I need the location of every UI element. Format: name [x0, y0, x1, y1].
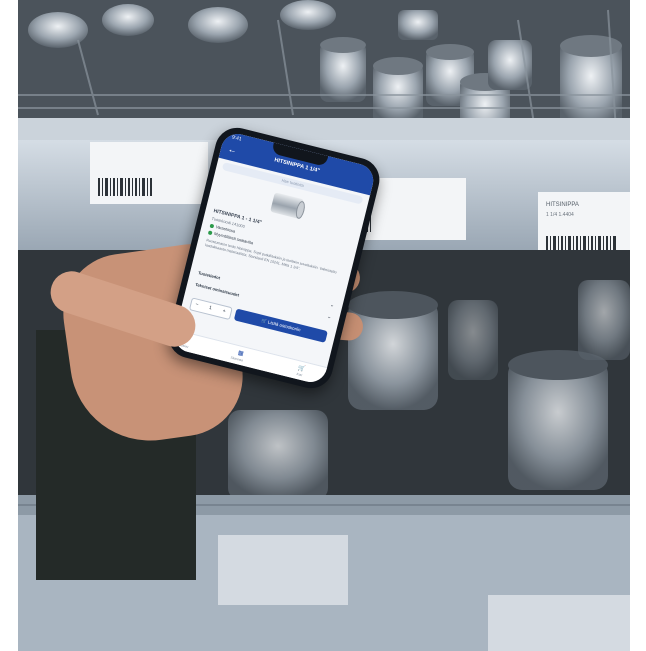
chevron-down-icon[interactable]: ⌄: [326, 314, 332, 321]
add-to-cart-label: Lisää ostoskoriin: [267, 319, 302, 333]
status-time: 9:41: [231, 134, 243, 143]
qty-plus-button[interactable]: +: [222, 308, 226, 315]
shelf-label-title: HITSINIPPA: [546, 202, 579, 208]
chevron-down-icon[interactable]: ⌄: [329, 302, 335, 309]
qty-minus-button[interactable]: −: [195, 301, 199, 308]
scan-icon[interactable]: ▦: [237, 349, 244, 357]
add-to-cart-button[interactable]: 🛒 Lisää ostoskoriin: [233, 308, 328, 343]
store-dot-icon: [207, 230, 213, 236]
product-image: [270, 192, 305, 219]
shelf-label-bottom: [218, 535, 348, 605]
shelf-label-bottom-right: [488, 595, 630, 651]
shelf-label-sub: 1 1/4 1.4404: [546, 212, 574, 218]
tech-row[interactable]: Tekniset ominaisuudet: [195, 282, 240, 298]
quantity-stepper[interactable]: − 1 +: [188, 297, 233, 321]
stock-dot-icon: [209, 223, 215, 229]
qty-value: 1: [208, 304, 213, 312]
shelf-edge-top: [18, 118, 630, 140]
details-row[interactable]: Tuotetiedot: [198, 270, 221, 280]
product-description: Ruostumaton teräs hitsinippa. Sopii putk…: [204, 238, 337, 275]
cart-icon: 🛒: [260, 317, 268, 325]
tab-cart-label[interactable]: Kori: [296, 372, 302, 377]
